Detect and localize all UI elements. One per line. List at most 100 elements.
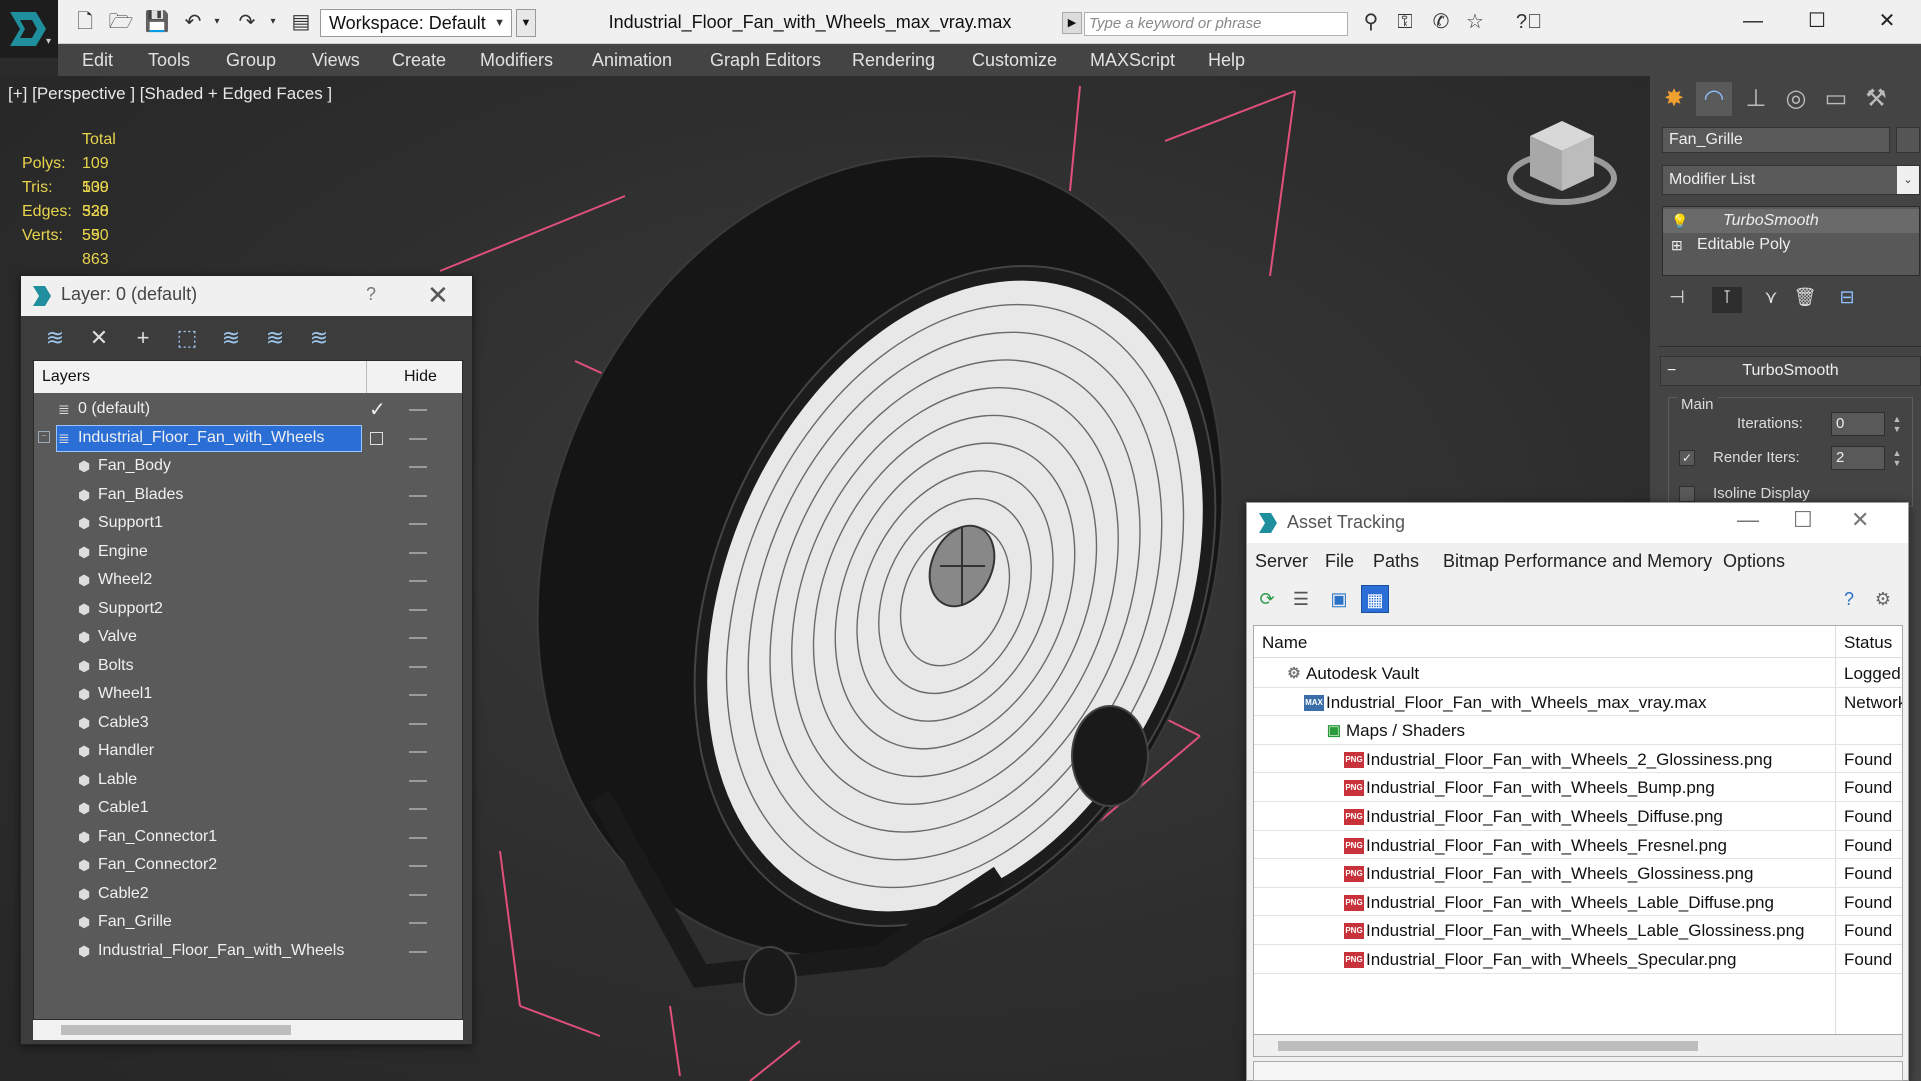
workspace-menu-button[interactable]: ▼ (516, 9, 536, 37)
remove-modifier-icon[interactable]: 🗑 (1790, 287, 1820, 313)
list-view-icon[interactable]: ☰ (1287, 585, 1315, 613)
menu-options[interactable]: Options (1723, 551, 1785, 572)
redo-dropdown-icon[interactable]: ▾ (260, 9, 286, 35)
asset-row[interactable]: PNG Industrial_Floor_Fan_with_Wheels_Diff… (1254, 802, 1902, 831)
menu-modifiers[interactable]: Modifiers (480, 44, 553, 76)
utilities-tab-icon[interactable]: ⚒ (1858, 82, 1894, 116)
object-row[interactable]: ⬢ Industrial_Floor_Fan_with_Wheels (34, 937, 462, 966)
project-folder-icon[interactable]: ▤ (288, 9, 314, 35)
render-iters-input[interactable]: 2 (1831, 446, 1885, 470)
key-icon[interactable]: ⚿ (1392, 9, 1418, 35)
iterations-spinner[interactable]: ▲ ▼ (1891, 414, 1903, 434)
hide-toggle[interactable] (409, 694, 427, 696)
expand-plus-icon[interactable]: ⊞ (1671, 233, 1683, 257)
asset-row[interactable]: PNG Industrial_Floor_Fan_with_Wheels_Labl… (1254, 916, 1902, 945)
current-layer-check-icon[interactable]: ✓ (369, 397, 386, 422)
hide-toggle[interactable] (409, 779, 427, 782)
menu-bitmap-performance[interactable]: Bitmap Performance and Memory (1443, 551, 1712, 572)
maximize-button[interactable]: ☐ (1788, 4, 1846, 38)
menu-maxscript[interactable]: MAXScript (1090, 44, 1175, 76)
select-objects-icon[interactable]: ⬚ (173, 324, 201, 352)
infocenter-expand-button[interactable]: ▶ (1062, 12, 1082, 34)
hide-toggle[interactable] (409, 437, 427, 440)
menu-tools[interactable]: Tools (148, 44, 190, 76)
highlight-layer-icon[interactable]: ≋ (217, 324, 245, 352)
hide-toggle[interactable] (409, 551, 427, 554)
object-row[interactable]: ⬢ Lable (34, 766, 462, 795)
freeze-all-icon[interactable]: ≋ (305, 324, 333, 352)
help-button[interactable]: ? (366, 284, 376, 305)
workspace-dropdown[interactable]: Workspace: Default ▼ (320, 9, 512, 37)
object-row[interactable]: ⬢ Wheel2 (34, 566, 462, 595)
viewcube[interactable] (1507, 121, 1617, 205)
menu-customize[interactable]: Customize (972, 44, 1057, 76)
settings-help-icon[interactable]: ⚙ (1869, 585, 1897, 613)
column-header-name[interactable]: Name (1262, 633, 1307, 653)
hide-toggle[interactable] (409, 637, 427, 639)
menu-paths[interactable]: Paths (1373, 551, 1419, 572)
asset-row[interactable]: PNG Industrial_Floor_Fan_with_Wheels_2_Gl… (1254, 745, 1902, 774)
add-to-layer-icon[interactable]: + (129, 324, 157, 352)
object-row[interactable]: ⬢ Wheel1 (34, 680, 462, 709)
scrollbar-thumb[interactable] (1278, 1041, 1698, 1051)
close-icon[interactable]: ✕ (1851, 507, 1869, 533)
asset-row[interactable]: PNG Industrial_Floor_Fan_with_Wheels_Labl… (1254, 888, 1902, 917)
stack-item-editable-poly[interactable]: ⊞ Editable Poly (1663, 233, 1919, 257)
stack-item-turbosmooth[interactable]: 💡 TurboSmooth (1663, 209, 1919, 233)
hide-toggle[interactable] (409, 665, 427, 668)
render-iters-checkbox[interactable]: ✓ (1679, 450, 1695, 466)
redo-icon[interactable]: ↷ (234, 9, 260, 35)
object-row[interactable]: ⬢ Fan_Body (34, 452, 462, 481)
minimize-button[interactable]: — (1724, 4, 1782, 38)
close-icon[interactable]: ✕ (427, 280, 449, 311)
menu-create[interactable]: Create (392, 44, 446, 76)
open-file-icon[interactable]: 🗁 (108, 9, 134, 35)
object-row[interactable]: ⬢ Handler (34, 737, 462, 766)
menu-help[interactable]: Help (1208, 44, 1245, 76)
object-row[interactable]: ⬢ Fan_Connector1 (34, 823, 462, 852)
scrollbar-thumb[interactable] (61, 1025, 291, 1035)
object-color-swatch[interactable] (1896, 127, 1920, 153)
binoculars-icon[interactable]: ⚲ (1358, 9, 1384, 35)
hide-toggle[interactable] (409, 722, 427, 725)
hide-all-icon[interactable]: ≋ (261, 324, 289, 352)
horizontal-scrollbar[interactable] (1253, 1035, 1903, 1057)
menu-views[interactable]: Views (312, 44, 360, 76)
object-row[interactable]: ⬢ Fan_Connector2 (34, 851, 462, 880)
hide-toggle[interactable] (409, 466, 427, 468)
hierarchy-tab-icon[interactable]: ⊥ (1738, 82, 1774, 116)
collapse-toggle-icon[interactable]: − (38, 430, 50, 443)
object-row[interactable]: ⬢ Fan_Grille (34, 908, 462, 937)
render-iters-spinner[interactable]: ▲ ▼ (1891, 448, 1903, 468)
new-layer-icon[interactable]: ≋ (41, 324, 69, 352)
object-row[interactable]: ⬢ Fan_Blades (34, 481, 462, 510)
column-header-hide[interactable]: Hide (404, 368, 437, 386)
layer-row[interactable]: ≣ 0 (default) ✓ (34, 395, 462, 424)
hide-toggle[interactable] (409, 523, 427, 525)
lightbulb-icon[interactable]: 💡 (1671, 209, 1688, 233)
object-name-field[interactable]: Fan_Grille (1662, 127, 1890, 153)
iterations-input[interactable]: 0 (1831, 412, 1885, 436)
favorites-star-icon[interactable]: ☆ (1462, 9, 1488, 35)
asset-row[interactable]: MAX Industrial_Floor_Fan_with_Wheels_max_… (1254, 688, 1902, 717)
configure-sets-icon[interactable]: ⊟ (1832, 287, 1862, 313)
refresh-icon[interactable]: ⟳ (1253, 585, 1281, 613)
pin-stack-icon[interactable]: ⊣ (1662, 287, 1692, 313)
layer-dialog-titlebar[interactable]: Layer: 0 (default) ? ✕ (21, 276, 472, 316)
menu-file[interactable]: File (1325, 551, 1354, 572)
hide-toggle[interactable] (409, 893, 427, 896)
communication-icon[interactable]: ✆ (1428, 9, 1454, 35)
hide-toggle[interactable] (409, 751, 427, 753)
hide-toggle[interactable] (409, 865, 427, 867)
asset-tracking-titlebar[interactable]: Asset Tracking — ☐ ✕ (1247, 503, 1908, 543)
object-row[interactable]: ⬢ Engine (34, 538, 462, 567)
hide-toggle[interactable] (409, 950, 427, 953)
save-icon[interactable]: 💾 (144, 9, 170, 35)
column-header-layers[interactable]: Layers (42, 368, 90, 386)
object-row[interactable]: ⬢ Valve (34, 623, 462, 652)
undo-dropdown-icon[interactable]: ▾ (204, 9, 230, 35)
menu-edit[interactable]: Edit (82, 44, 113, 76)
vault-help-icon[interactable]: ? (1835, 585, 1863, 613)
maximize-button[interactable]: ☐ (1793, 507, 1813, 533)
minimize-button[interactable]: — (1737, 507, 1759, 533)
